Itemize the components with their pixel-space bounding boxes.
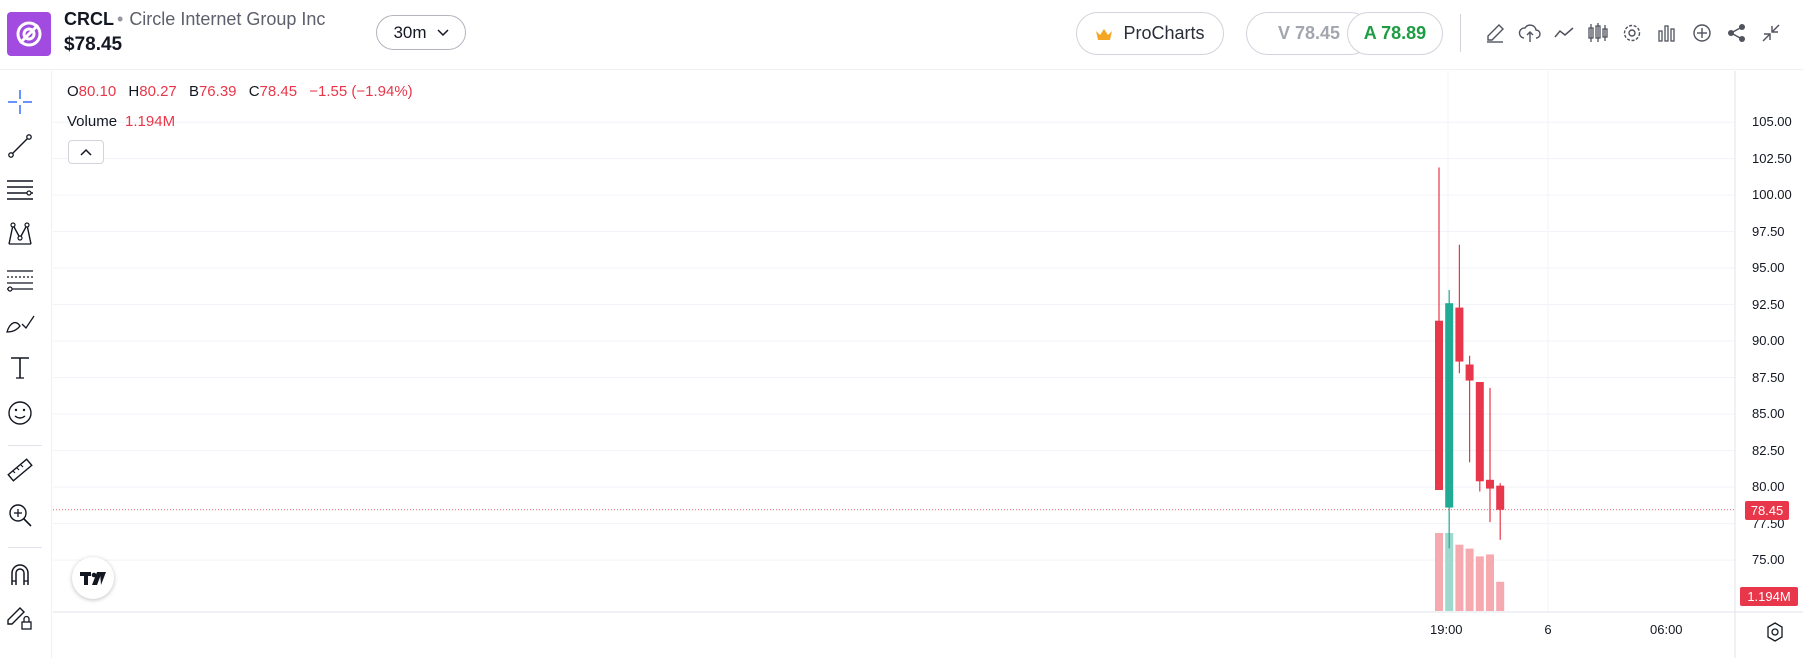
fib-icon[interactable] — [4, 263, 36, 295]
company-name-text: Circle Internet Group Inc — [129, 9, 326, 29]
high-key: H — [128, 83, 140, 100]
circle-logo-icon — [16, 21, 42, 47]
volume-legend: Volume 1.194M — [67, 113, 175, 130]
tradingview-icon — [80, 572, 106, 585]
last-price-tag: 78.45 — [1745, 500, 1789, 520]
candle-body — [1465, 364, 1474, 381]
candle-body — [1455, 307, 1464, 362]
bar-chart-icon[interactable] — [1654, 20, 1680, 46]
low-key: B — [188, 83, 199, 100]
ask-button[interactable]: A 78.89 — [1347, 12, 1443, 55]
drawing-toolbar — [0, 71, 52, 658]
price-tick-label: 75.00 — [1752, 552, 1785, 568]
price-chart[interactable] — [53, 71, 1803, 658]
magnet-icon[interactable] — [4, 559, 36, 591]
share-icon[interactable] — [1724, 20, 1750, 46]
trend-line-icon[interactable] — [4, 130, 36, 162]
price-tick-label: 102.50 — [1752, 150, 1792, 166]
chevron-down-icon — [437, 28, 449, 36]
ohlc-legend: O80.10 H80.27 B76.39 C78.45 −1.55 (−1.94… — [67, 83, 421, 100]
collapse-icon[interactable] — [1758, 20, 1784, 46]
time-tick-label: 19:00 — [1430, 622, 1463, 637]
procharts-button[interactable]: ProCharts — [1076, 12, 1224, 55]
candle-body — [1486, 479, 1494, 489]
horizontal-lines-icon[interactable] — [4, 174, 36, 206]
volume-bar — [1475, 556, 1484, 611]
cloud-icon[interactable] — [1517, 20, 1543, 46]
brush-icon[interactable] — [4, 308, 36, 340]
high-value: 80.27 — [139, 83, 177, 100]
volume-bar — [1496, 581, 1505, 611]
gear-icon[interactable] — [1619, 20, 1645, 46]
candle-body — [1496, 485, 1505, 510]
price-tick-label: 85.00 — [1752, 406, 1785, 422]
ruler-icon[interactable] — [4, 454, 36, 486]
candle-body — [1445, 303, 1454, 508]
interval-label: 30m — [393, 22, 427, 42]
price-tick-label: 87.50 — [1752, 369, 1785, 385]
toolbar-divider — [1460, 14, 1461, 52]
change-value: −1.55 (−1.94%) — [309, 83, 413, 100]
zoom-icon[interactable] — [4, 499, 36, 531]
price-tick-label: 100.00 — [1752, 187, 1792, 203]
price-tick-label: 95.00 — [1752, 260, 1785, 276]
close-key: C — [248, 83, 260, 100]
company-name: • Circle Internet Group Inc — [117, 9, 326, 29]
text-icon[interactable] — [4, 352, 36, 384]
lock-draw-icon[interactable] — [4, 601, 36, 633]
volume-bar — [1455, 544, 1464, 611]
volume-value: 1.194M — [125, 113, 176, 130]
interval-dropdown[interactable]: 30m — [376, 15, 466, 50]
candle-body — [1435, 320, 1443, 491]
price-tick-label: 80.00 — [1752, 479, 1785, 495]
close-value: 78.45 — [259, 83, 298, 100]
chevron-up-icon — [80, 148, 92, 156]
chart-settings-gear-icon[interactable] — [1763, 620, 1787, 644]
candles-icon[interactable] — [1585, 20, 1611, 46]
time-tick-label: 6 — [1544, 622, 1552, 637]
candle-body — [1475, 382, 1484, 482]
volume-bar — [1435, 533, 1443, 611]
volume-tag: 1.194M — [1740, 587, 1798, 606]
low-value: 76.39 — [198, 83, 237, 100]
open-value: 80.10 — [78, 83, 117, 100]
tradingview-logo[interactable] — [72, 557, 114, 599]
procharts-label: ProCharts — [1123, 23, 1205, 43]
open-key: O — [67, 83, 79, 100]
price-tick-label: 97.50 — [1752, 223, 1785, 239]
crosshair-icon[interactable] — [4, 86, 36, 118]
current-price: $78.45 — [64, 34, 123, 55]
price-tick-label: 90.00 — [1752, 333, 1785, 349]
toolbar-separator — [8, 445, 42, 446]
pattern-icon[interactable] — [4, 218, 36, 250]
volume-bar — [1465, 548, 1474, 611]
line-chart-icon[interactable] — [1551, 20, 1577, 46]
brand-logo — [7, 12, 51, 56]
price-tick-label: 105.00 — [1752, 114, 1792, 130]
legend-collapse-button[interactable] — [68, 140, 104, 164]
volume-bar — [1486, 554, 1494, 611]
top-bar: CRCL • Circle Internet Group Inc $78.45 3… — [0, 0, 1803, 70]
emoji-icon[interactable] — [4, 397, 36, 429]
toolbar-separator — [8, 547, 42, 548]
price-tick-label: 82.50 — [1752, 442, 1785, 458]
price-tick-label: 92.50 — [1752, 296, 1785, 312]
volume-label: Volume — [67, 113, 118, 130]
ticker-symbol[interactable]: CRCL — [64, 9, 114, 30]
crown-icon — [1096, 28, 1113, 40]
time-tick-label: 06:00 — [1650, 622, 1683, 637]
plus-circle-icon[interactable] — [1689, 20, 1715, 46]
pencil-icon[interactable] — [1482, 20, 1508, 46]
